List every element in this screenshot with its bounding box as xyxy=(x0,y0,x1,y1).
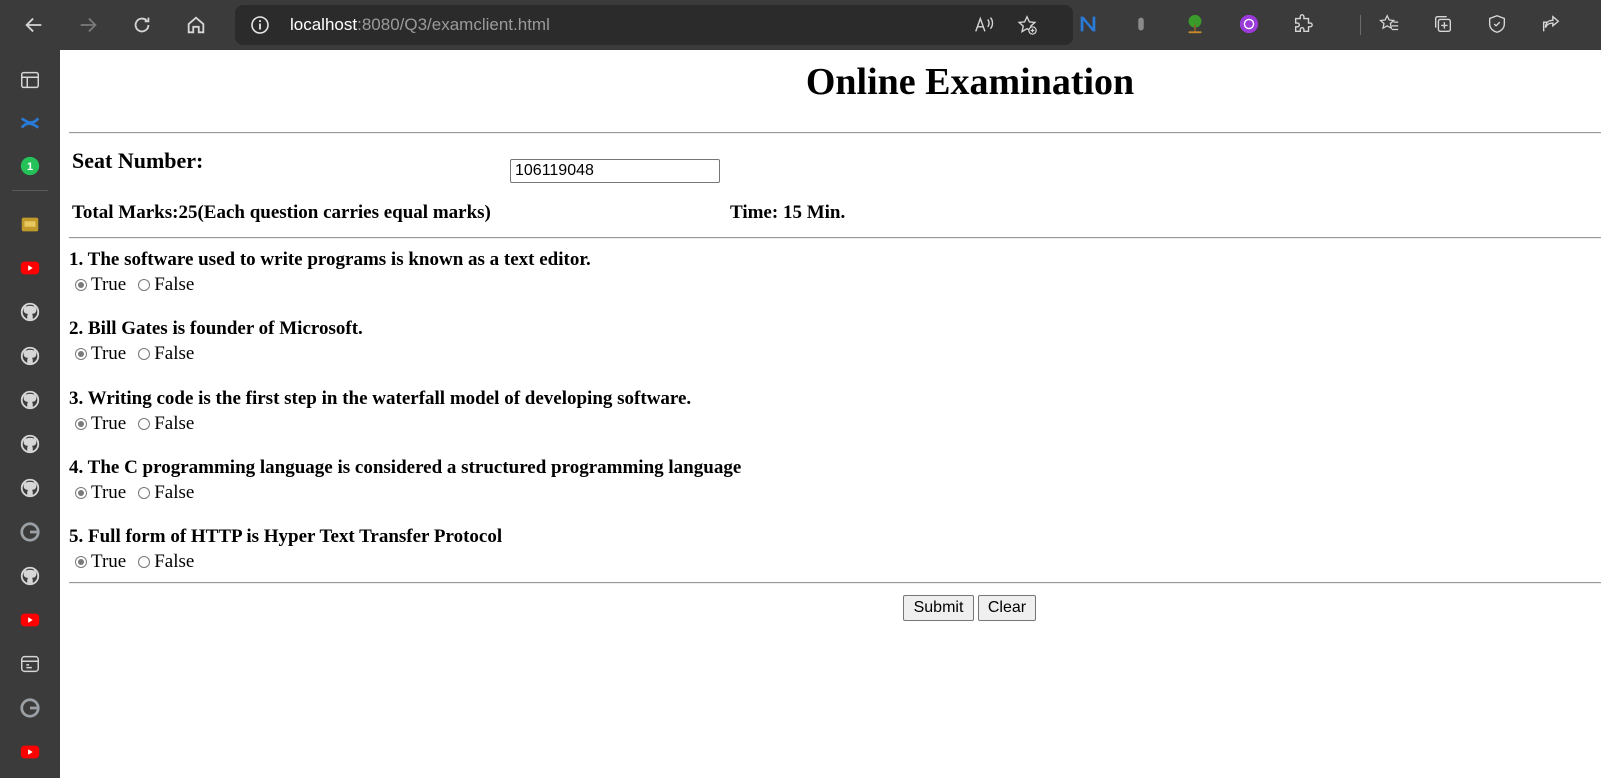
seat-number-input[interactable] xyxy=(510,159,720,183)
clear-button[interactable]: Clear xyxy=(978,595,1036,621)
address-bar[interactable]: localhost:8080/Q3/examclient.html xyxy=(235,5,1073,45)
browser-sidebar: 1 xyxy=(0,50,60,778)
option-label: True xyxy=(91,274,127,295)
question-4: 4. The C programming language is conside… xyxy=(69,457,741,504)
collections-icon[interactable] xyxy=(1431,12,1455,36)
option-label: True xyxy=(91,482,127,503)
site-info-icon[interactable] xyxy=(250,15,270,35)
extension-tree-icon[interactable] xyxy=(1183,12,1207,36)
google-icon[interactable] xyxy=(18,696,42,720)
question-3: 3. Writing code is the first step in the… xyxy=(69,388,691,435)
submit-button[interactable]: Submit xyxy=(903,595,974,621)
favorites-icon[interactable] xyxy=(1377,12,1401,36)
youtube-icon[interactable] xyxy=(18,256,42,280)
extension-dropper-icon[interactable] xyxy=(1129,12,1153,36)
panel-icon[interactable] xyxy=(18,68,42,92)
refresh-button[interactable] xyxy=(126,9,158,41)
google-icon[interactable] xyxy=(18,520,42,544)
page-title: Online Examination xyxy=(805,61,1135,103)
read-aloud-icon[interactable] xyxy=(973,14,995,36)
home-button[interactable] xyxy=(180,9,212,41)
youtube-icon[interactable] xyxy=(18,740,42,764)
youtube-icon[interactable] xyxy=(18,608,42,632)
radio-false[interactable] xyxy=(138,487,151,499)
forward-arrow-icon xyxy=(80,17,97,33)
seat-number-label: Seat Number: xyxy=(72,148,204,173)
favorite-add-icon[interactable] xyxy=(1016,14,1038,36)
radio-false[interactable] xyxy=(138,348,151,360)
browser-essentials-icon[interactable] xyxy=(1485,12,1509,36)
page-content: Online Examination Seat Number: Total Ma… xyxy=(60,50,1601,778)
option-label: False xyxy=(154,274,195,295)
github-icon[interactable] xyxy=(18,476,42,500)
question-2: 2. Bill Gates is founder of Microsoft. T… xyxy=(69,318,363,365)
option-label: True xyxy=(91,343,127,364)
github-icon[interactable] xyxy=(18,344,42,368)
option-label: False xyxy=(154,482,195,503)
github-icon[interactable] xyxy=(18,300,42,324)
option-label: False xyxy=(154,343,195,364)
github-icon[interactable] xyxy=(18,388,42,412)
sidebar-divider xyxy=(12,190,48,191)
browser-toolbar: localhost:8080/Q3/examclient.html xyxy=(0,0,1601,50)
time-text: Time: 15 Min. xyxy=(730,202,846,223)
divider xyxy=(69,132,1601,134)
radio-false[interactable] xyxy=(138,418,151,430)
option-label: True xyxy=(91,551,127,572)
question-1: 1. The software used to write programs i… xyxy=(69,249,591,296)
question-5: 5. Full form of HTTP is Hyper Text Trans… xyxy=(69,526,502,573)
svg-text:1: 1 xyxy=(27,161,33,173)
confluence-icon[interactable] xyxy=(18,111,42,135)
option-label: True xyxy=(91,413,127,434)
github-icon[interactable] xyxy=(18,564,42,588)
radio-true[interactable] xyxy=(75,279,87,291)
radio-true[interactable] xyxy=(75,487,87,499)
back-arrow-icon xyxy=(25,17,42,33)
url-text[interactable]: localhost:8080/Q3/examclient.html xyxy=(290,15,550,35)
question-text: 2. Bill Gates is founder of Microsoft. xyxy=(69,318,363,339)
radio-true[interactable] xyxy=(75,348,87,360)
extension-n-icon[interactable] xyxy=(1076,12,1100,36)
divider xyxy=(69,582,1601,584)
radio-true[interactable] xyxy=(75,556,87,568)
forward-button[interactable] xyxy=(72,9,104,41)
home-icon xyxy=(187,16,205,34)
app-icon[interactable] xyxy=(18,652,42,676)
total-marks-text: Total Marks:25(Each question carries equ… xyxy=(72,202,491,223)
divider xyxy=(69,237,1601,239)
back-button[interactable] xyxy=(18,9,50,41)
whatsapp-icon[interactable]: 1 xyxy=(18,154,42,178)
github-icon[interactable] xyxy=(18,432,42,456)
question-text: 5. Full form of HTTP is Hyper Text Trans… xyxy=(69,526,503,547)
refresh-icon xyxy=(134,17,150,33)
question-text: 3. Writing code is the first step in the… xyxy=(69,388,692,409)
radio-false[interactable] xyxy=(138,279,151,291)
question-text: 1. The software used to write programs i… xyxy=(69,249,591,270)
radio-true[interactable] xyxy=(75,418,87,430)
radio-false[interactable] xyxy=(138,556,151,568)
extensions-puzzle-icon[interactable] xyxy=(1291,12,1315,36)
question-text: 4. The C programming language is conside… xyxy=(69,457,742,478)
share-icon[interactable] xyxy=(1539,12,1563,36)
option-label: False xyxy=(154,413,195,434)
extension-purple-icon[interactable] xyxy=(1237,12,1261,36)
option-label: False xyxy=(154,551,195,572)
folder-icon[interactable] xyxy=(18,212,42,236)
toolbar-divider xyxy=(1360,15,1361,35)
